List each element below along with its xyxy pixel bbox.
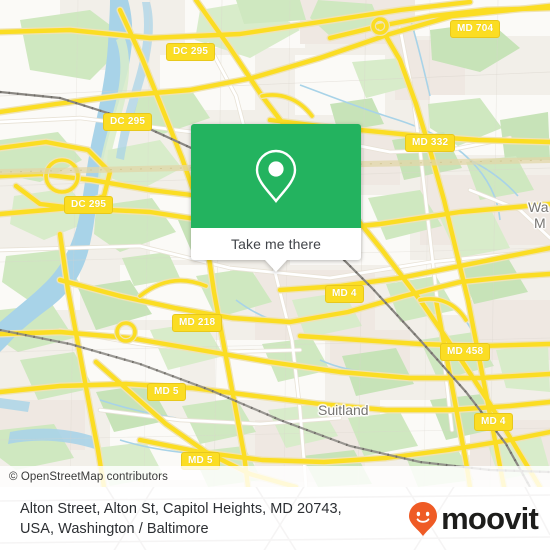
place-label: Wa [528, 199, 549, 215]
moovit-smiley-pin-icon [409, 501, 438, 536]
road-shield: DC 295 [103, 113, 153, 131]
road-shield: MD 4 [474, 413, 513, 431]
road-shield: MD 218 [172, 314, 223, 332]
location-callout-popup[interactable]: Take me there [191, 124, 361, 272]
map-canvas[interactable]: .park{fill:#cfe8c0;} .park2{fill:#d8ecca… [0, 0, 550, 487]
moovit-map-screenshot: .park{fill:#cfe8c0;} .park2{fill:#d8ecca… [0, 0, 550, 550]
road-shield: MD 4 [325, 285, 364, 303]
road-shield: MD 458 [440, 343, 491, 361]
place-label: Suitland [318, 402, 369, 418]
osm-attribution-text[interactable]: © OpenStreetMap contributors [0, 471, 168, 483]
moovit-wordmark: moovit [441, 501, 539, 536]
address-line-1: Alton Street, Alton St, Capitol Heights,… [20, 500, 342, 517]
take-me-there-label: Take me there [230, 236, 321, 252]
road-shield: MD 704 [450, 20, 501, 38]
location-pin-icon [255, 149, 297, 203]
moovit-logo[interactable]: moovit [408, 501, 539, 537]
road-shield: MD 5 [147, 383, 186, 401]
popup-pointer [265, 260, 287, 272]
place-label: M [534, 215, 546, 231]
road-shield: DC 295 [64, 196, 114, 214]
address-line-2: USA, Washington / Baltimore [20, 520, 209, 537]
road-shield: MD 332 [405, 134, 456, 152]
location-address: Alton Street, Alton St, Capitol Heights,… [20, 499, 408, 539]
road-shield: DC 295 [166, 43, 216, 61]
footer-bar: Alton Street, Alton St, Capitol Heights,… [0, 487, 550, 550]
popup-header [191, 124, 361, 228]
take-me-there-button[interactable]: Take me there [191, 228, 361, 260]
map-attribution-bar: © OpenStreetMap contributors [0, 466, 550, 487]
